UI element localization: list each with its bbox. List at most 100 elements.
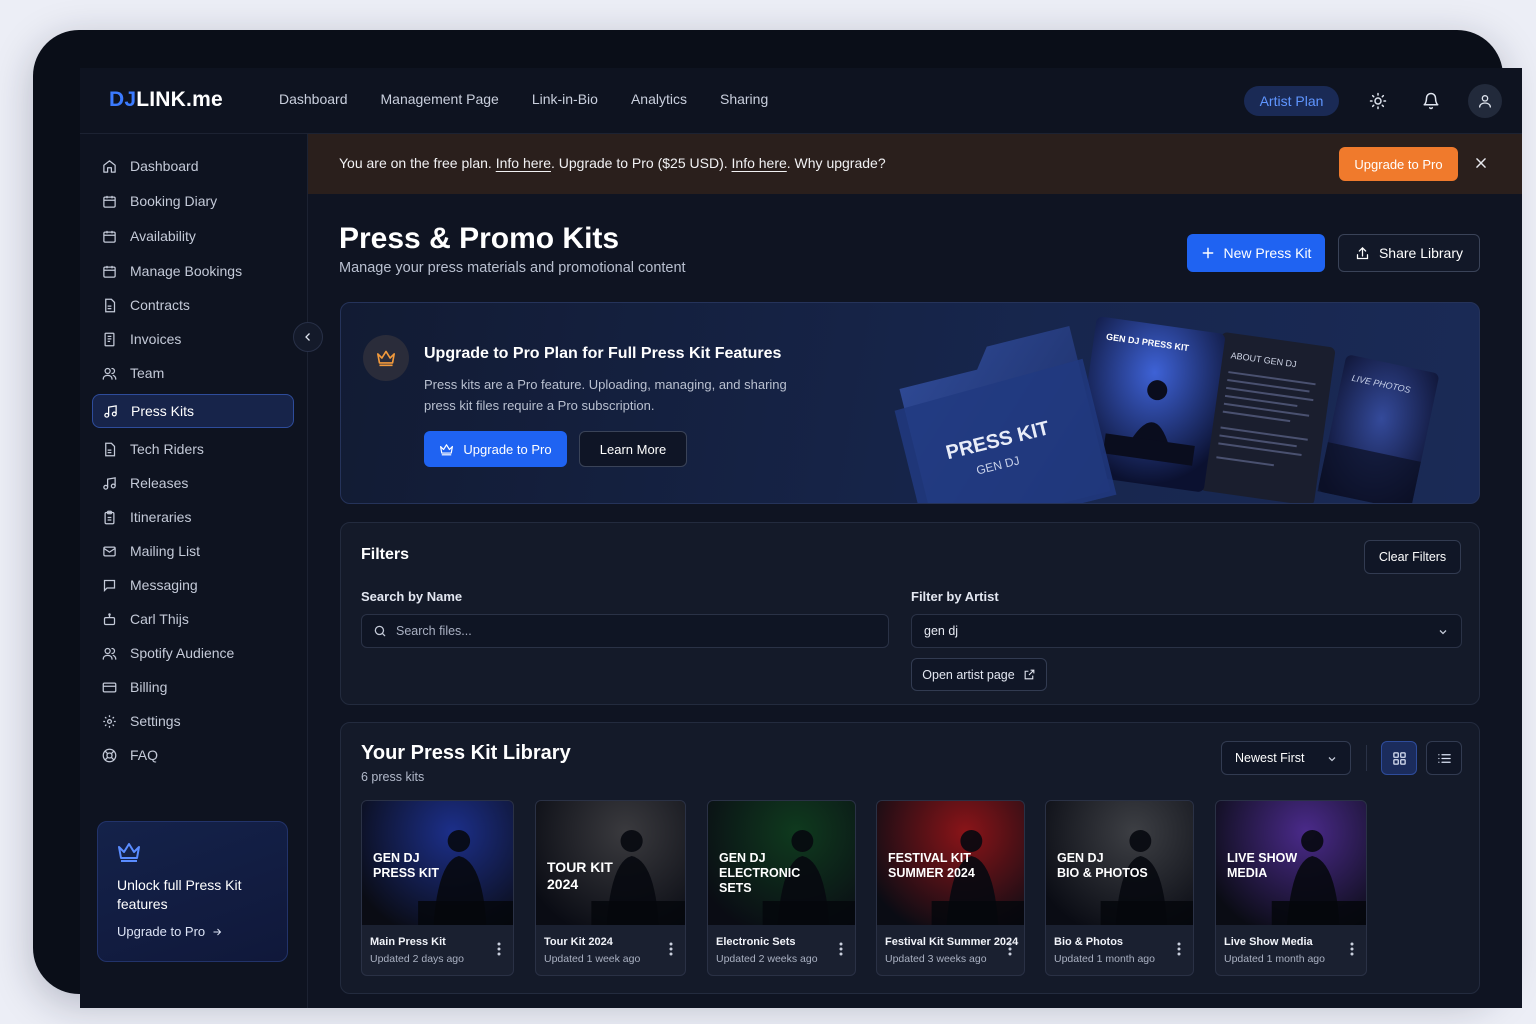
press-kit-name: Electronic Sets <box>716 936 796 948</box>
sidebar-item-dashboard[interactable]: Dashboard <box>92 149 294 183</box>
logo[interactable]: DJLINK.me <box>109 88 223 112</box>
more-vertical-icon[interactable] <box>839 942 843 956</box>
grid-icon <box>1392 751 1406 765</box>
sidebar-item-booking-diary[interactable]: Booking Diary <box>92 184 294 218</box>
upgrade-title: Upgrade to Pro Plan for Full Press Kit F… <box>424 345 782 362</box>
new-press-kit-label: New Press Kit <box>1223 245 1312 261</box>
promo-upgrade-link[interactable]: Upgrade to Pro <box>117 924 223 939</box>
sidebar-item-invoices[interactable]: Invoices <box>92 322 294 356</box>
bell-icon[interactable] <box>1420 90 1442 112</box>
sidebar-item-label: Booking Diary <box>130 193 218 209</box>
sidebar-item-releases[interactable]: Releases <box>92 466 294 500</box>
sidebar-item-carl-thijs[interactable]: Carl Thijs <box>92 602 294 636</box>
press-kit-card[interactable]: GEN DJ ELECTRONIC SETS Electronic Sets Upd… <box>707 800 856 976</box>
sidebar-item-contracts[interactable]: Contracts <box>92 288 294 322</box>
press-kit-illustration: LIVE PHOTOS ABOUT GEN DJ GEN DJ PRESS KI… <box>894 316 1439 503</box>
chevron-down-icon <box>1439 630 1447 635</box>
sidebar-item-manage-bookings[interactable]: Manage Bookings <box>92 254 294 288</box>
press-kit-thumbnail: GEN DJ ELECTRONIC SETS <box>708 801 855 925</box>
list-view-button[interactable] <box>1426 741 1462 775</box>
sidebar-item-team[interactable]: Team <box>92 356 294 390</box>
list-icon <box>1437 753 1451 763</box>
page-subtitle: Manage your press materials and promotio… <box>339 260 686 276</box>
upgrade-to-pro-button[interactable]: Upgrade to Pro <box>424 431 567 467</box>
sidebar-item-spotify-audience[interactable]: Spotify Audience <box>92 636 294 670</box>
thumbnail-title: LIVE SHOW MEDIA <box>1227 851 1298 880</box>
sidebar-item-mailing-list[interactable]: Mailing List <box>92 534 294 568</box>
plan-badge[interactable]: Artist Plan <box>1244 86 1339 116</box>
banner-text-2: . Upgrade to Pro ($25 USD). <box>550 155 732 171</box>
press-kit-updated: Updated 2 weeks ago <box>716 953 818 965</box>
new-press-kit-button[interactable]: New Press Kit <box>1187 234 1325 272</box>
document-icon <box>105 298 116 312</box>
chat-icon <box>103 579 116 592</box>
library-count: 6 press kits <box>361 770 425 784</box>
banner-text-3: . Why upgrade? <box>786 155 886 171</box>
sidebar-item-label: Press Kits <box>131 403 195 419</box>
press-kit-card[interactable]: LIVE SHOW MEDIA Live Show Media Updated 1 … <box>1215 800 1367 976</box>
close-icon[interactable] <box>1474 156 1488 170</box>
press-kit-card[interactable]: TOUR KIT 2024 Tour Kit 2024 Updated 1 week… <box>535 800 686 976</box>
logo-rest: LINK.me <box>136 88 223 111</box>
users-icon <box>102 367 117 380</box>
filters-panel: Filters Clear Filters Search by Name Sea… <box>340 522 1480 705</box>
user-icon[interactable] <box>1468 84 1502 118</box>
sidebar-item-settings[interactable]: Settings <box>92 704 294 738</box>
share-library-label: Share Library <box>1378 245 1464 261</box>
more-vertical-icon[interactable] <box>669 942 673 956</box>
nav-analytics[interactable]: Analytics <box>631 91 687 107</box>
nav-links: Dashboard Management Page Link-in-Bio An… <box>279 91 768 107</box>
artist-select[interactable]: gen dj <box>911 614 1462 648</box>
promo-title: Unlock full Press Kit features <box>117 877 242 912</box>
banner-info-link-2[interactable]: Info here <box>732 155 787 171</box>
banner-upgrade-button[interactable]: Upgrade to Pro <box>1339 147 1458 181</box>
more-vertical-icon[interactable] <box>497 942 501 956</box>
clear-filters-button[interactable]: Clear Filters <box>1364 540 1461 574</box>
nav-management-page[interactable]: Management Page <box>381 91 499 107</box>
thumbnail-title: GEN DJ PRESS KIT <box>373 851 439 880</box>
press-kit-updated: Updated 2 days ago <box>370 953 464 965</box>
sidebar-item-messaging[interactable]: Messaging <box>92 568 294 602</box>
calendar-icon <box>103 230 116 243</box>
press-kit-updated: Updated 1 month ago <box>1054 953 1155 965</box>
sidebar-item-tech-riders[interactable]: Tech Riders <box>92 432 294 466</box>
sidebar-item-label: Carl Thijs <box>130 611 189 627</box>
sidebar-item-press-kits[interactable]: Press Kits <box>92 394 294 428</box>
music-note-icon <box>104 404 117 418</box>
filters-title: Filters <box>361 546 410 563</box>
crown-icon <box>118 843 140 862</box>
sun-icon[interactable] <box>1367 90 1389 112</box>
more-vertical-icon[interactable] <box>1350 942 1354 956</box>
banner-text-1: You are on the free plan. <box>339 155 496 171</box>
sidebar-item-faq[interactable]: FAQ <box>92 738 294 772</box>
thumbnail-title: GEN DJ BIO & PHOTOS <box>1057 851 1148 880</box>
more-vertical-icon[interactable] <box>1008 942 1012 956</box>
banner-info-link-1[interactable]: Info here <box>496 155 551 171</box>
open-artist-page-button[interactable]: Open artist page <box>911 658 1047 691</box>
sort-value: Newest First <box>1235 751 1305 765</box>
grid-view-button[interactable] <box>1381 741 1417 775</box>
press-kit-card[interactable]: GEN DJ PRESS KIT Main Press Kit Updated 2 … <box>361 800 514 976</box>
sidebar-item-itineraries[interactable]: Itineraries <box>92 500 294 534</box>
sidebar-item-availability[interactable]: Availability <box>92 219 294 253</box>
sidebar-collapse-button[interactable] <box>293 322 323 352</box>
more-vertical-icon[interactable] <box>1177 942 1181 956</box>
nav-link-in-bio[interactable]: Link-in-Bio <box>532 91 598 107</box>
nav-sharing[interactable]: Sharing <box>720 91 768 107</box>
press-kit-card[interactable]: FESTIVAL KIT SUMMER 2024 Festival Kit Sum… <box>876 800 1025 976</box>
sidebar-item-label: Releases <box>130 475 189 491</box>
library-title: Your Press Kit Library <box>361 742 571 764</box>
sidebar-item-billing[interactable]: Billing <box>92 670 294 704</box>
sidebar-item-label: Settings <box>130 713 181 729</box>
press-kit-card[interactable]: GEN DJ BIO & PHOTOS Bio & Photos Updated 1… <box>1045 800 1194 976</box>
share-library-button[interactable]: Share Library <box>1338 234 1480 272</box>
press-kit-thumbnail: TOUR KIT 2024 <box>536 801 685 925</box>
search-input[interactable]: Search files... <box>361 614 889 648</box>
nav-dashboard[interactable]: Dashboard <box>279 91 348 107</box>
press-kit-thumbnail: GEN DJ PRESS KIT <box>362 801 513 925</box>
sidebar: Dashboard Booking Diary Availability Man… <box>80 134 308 1008</box>
learn-more-button[interactable]: Learn More <box>579 431 687 467</box>
sidebar-item-label: Spotify Audience <box>130 645 235 661</box>
sort-select[interactable]: Newest First <box>1221 741 1351 775</box>
sidebar-item-label: Contracts <box>130 297 190 313</box>
